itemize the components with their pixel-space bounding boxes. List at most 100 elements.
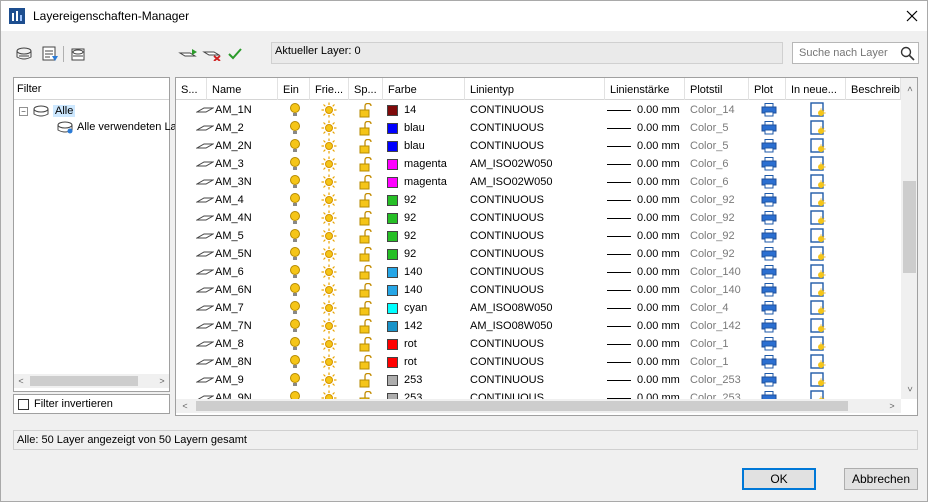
lightbulb-icon[interactable] [289, 299, 303, 317]
lineweight-cell[interactable]: 0.00 mm [607, 191, 685, 209]
scrollbar-thumb[interactable] [30, 376, 138, 386]
lineweight-cell[interactable]: 0.00 mm [607, 227, 685, 245]
new-viewport-freeze-icon[interactable] [810, 227, 828, 245]
sun-icon[interactable] [321, 299, 339, 317]
plotstyle-cell[interactable]: Color_1 [690, 353, 749, 371]
new-viewport-freeze-icon[interactable] [810, 353, 828, 371]
new-viewport-freeze-icon[interactable] [810, 173, 828, 191]
linetype-cell[interactable]: CONTINUOUS [470, 209, 605, 227]
layer-search-box[interactable] [792, 42, 919, 64]
printer-icon[interactable] [761, 137, 779, 155]
padlock-open-icon[interactable] [359, 191, 375, 209]
new-viewport-freeze-icon[interactable] [810, 245, 828, 263]
layer-name-cell[interactable]: AM_3N [196, 173, 278, 191]
lightbulb-icon[interactable] [289, 389, 303, 399]
linetype-cell[interactable]: AM_ISO08W050 [470, 299, 605, 317]
new-viewport-freeze-icon[interactable] [810, 191, 828, 209]
printer-icon[interactable] [761, 353, 779, 371]
layer-name-cell[interactable]: AM_2N [196, 137, 278, 155]
table-row[interactable]: AM_9N 253 CONTINUOUS 0.00 mm Color_253 [176, 389, 901, 399]
invert-filter-option[interactable]: Filter invertieren [13, 394, 170, 414]
lineweight-cell[interactable]: 0.00 mm [607, 101, 685, 119]
new-viewport-freeze-icon[interactable] [810, 299, 828, 317]
new-viewport-freeze-icon[interactable] [810, 119, 828, 137]
plotstyle-cell[interactable]: Color_92 [690, 245, 749, 263]
linetype-cell[interactable]: CONTINUOUS [470, 281, 605, 299]
printer-icon[interactable] [761, 101, 779, 119]
layer-name-cell[interactable]: AM_4 [196, 191, 278, 209]
linetype-cell[interactable]: CONTINUOUS [470, 263, 605, 281]
padlock-open-icon[interactable] [359, 353, 375, 371]
collapse-toggle-icon[interactable]: − [19, 106, 28, 116]
lineweight-cell[interactable]: 0.00 mm [607, 137, 685, 155]
layer-name-cell[interactable]: AM_8N [196, 353, 278, 371]
new-viewport-freeze-icon[interactable] [810, 389, 828, 399]
search-input[interactable] [797, 44, 897, 62]
table-row[interactable]: AM_3 magenta AM_ISO02W050 0.00 mm Color_6 [176, 155, 901, 173]
column-header-linetype[interactable]: Linientyp [465, 78, 605, 100]
lineweight-cell[interactable]: 0.00 mm [607, 281, 685, 299]
new-viewport-freeze-icon[interactable] [810, 335, 828, 353]
sun-icon[interactable] [321, 227, 339, 245]
table-row[interactable]: AM_7N 142 AM_ISO08W050 0.00 mm Color_142 [176, 317, 901, 335]
layer-name-cell[interactable]: AM_4N [196, 209, 278, 227]
padlock-open-icon[interactable] [359, 317, 375, 335]
lightbulb-icon[interactable] [289, 371, 303, 389]
sun-icon[interactable] [321, 119, 339, 137]
color-cell[interactable]: rot [387, 335, 465, 353]
plotstyle-cell[interactable]: Color_140 [690, 263, 749, 281]
set-current-checkmark-icon[interactable] [225, 45, 245, 63]
sun-icon[interactable] [321, 263, 339, 281]
lightbulb-icon[interactable] [289, 317, 303, 335]
color-cell[interactable]: blau [387, 119, 465, 137]
new-viewport-freeze-icon[interactable] [810, 281, 828, 299]
sun-icon[interactable] [321, 101, 339, 119]
color-cell[interactable]: 140 [387, 263, 465, 281]
layer-name-cell[interactable]: AM_6 [196, 263, 278, 281]
close-button[interactable] [897, 1, 927, 31]
sun-icon[interactable] [321, 173, 339, 191]
lineweight-cell[interactable]: 0.00 mm [607, 155, 685, 173]
lineweight-cell[interactable]: 0.00 mm [607, 119, 685, 137]
printer-icon[interactable] [761, 299, 779, 317]
color-cell[interactable]: 253 [387, 389, 465, 399]
color-cell[interactable]: 92 [387, 209, 465, 227]
sun-icon[interactable] [321, 209, 339, 227]
lightbulb-icon[interactable] [289, 335, 303, 353]
layer-name-cell[interactable]: AM_3 [196, 155, 278, 173]
printer-icon[interactable] [761, 389, 779, 399]
lightbulb-icon[interactable] [289, 227, 303, 245]
padlock-open-icon[interactable] [359, 155, 375, 173]
plotstyle-cell[interactable]: Color_4 [690, 299, 749, 317]
layer-name-cell[interactable]: AM_1N [196, 101, 278, 119]
invert-filter-checkbox[interactable] [18, 398, 29, 410]
padlock-open-icon[interactable] [359, 119, 375, 137]
column-header-on[interactable]: Ein [278, 78, 310, 100]
sun-icon[interactable] [321, 281, 339, 299]
padlock-open-icon[interactable] [359, 227, 375, 245]
color-cell[interactable]: 140 [387, 281, 465, 299]
sun-icon[interactable] [321, 245, 339, 263]
column-header-color[interactable]: Farbe [383, 78, 465, 100]
new-viewport-freeze-icon[interactable] [810, 263, 828, 281]
plotstyle-cell[interactable]: Color_1 [690, 335, 749, 353]
linetype-cell[interactable]: AM_ISO08W050 [470, 317, 605, 335]
printer-icon[interactable] [761, 263, 779, 281]
grid-horizontal-scrollbar[interactable]: < > [176, 399, 901, 413]
linetype-cell[interactable]: CONTINUOUS [470, 191, 605, 209]
padlock-open-icon[interactable] [359, 263, 375, 281]
plotstyle-cell[interactable]: Color_253 [690, 389, 749, 399]
sun-icon[interactable] [321, 137, 339, 155]
table-row[interactable]: AM_7 cyan AM_ISO08W050 0.00 mm Color_4 [176, 299, 901, 317]
table-row[interactable]: AM_8N rot CONTINUOUS 0.00 mm Color_1 [176, 353, 901, 371]
column-header-description[interactable]: Beschreib [846, 78, 901, 100]
layer-name-cell[interactable]: AM_9N [196, 389, 278, 399]
lineweight-cell[interactable]: 0.00 mm [607, 173, 685, 191]
plotstyle-cell[interactable]: Color_6 [690, 173, 749, 191]
lightbulb-icon[interactable] [289, 263, 303, 281]
printer-icon[interactable] [761, 317, 779, 335]
printer-icon[interactable] [761, 335, 779, 353]
sun-icon[interactable] [321, 371, 339, 389]
layer-name-cell[interactable]: AM_5 [196, 227, 278, 245]
color-cell[interactable]: magenta [387, 155, 465, 173]
